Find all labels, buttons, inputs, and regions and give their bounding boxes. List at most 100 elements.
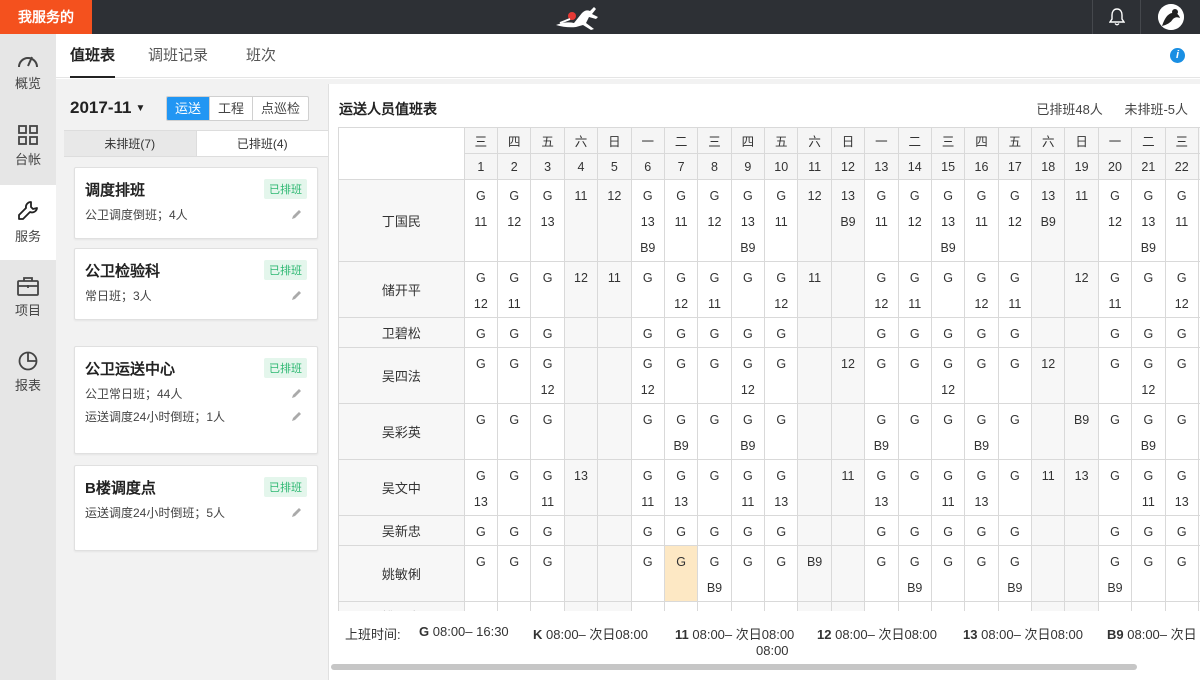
pencil-icon[interactable] [291,289,303,301]
shift-cell[interactable] [830,515,866,546]
shift-cell[interactable]: G [697,347,732,404]
shift-cell[interactable]: G 12 [663,261,699,318]
shift-cell[interactable]: G 11 [1097,261,1133,318]
shift-cell[interactable]: G [463,347,499,404]
shift-cell[interactable] [597,317,632,348]
date-header[interactable]: 11 [797,153,832,180]
shift-cell[interactable]: G 12 [864,261,899,318]
shift-cell[interactable] [597,545,632,602]
shift-cell[interactable]: G [930,317,966,348]
pencil-icon[interactable] [291,506,303,518]
shift-cell[interactable] [597,459,632,516]
shift-cell[interactable]: G [1131,261,1166,318]
pencil-icon[interactable] [291,387,303,399]
shift-cell[interactable]: G B9 [1097,545,1133,602]
shift-cell[interactable]: G [864,347,899,404]
shift-cell[interactable]: G [1097,403,1133,460]
shift-cell[interactable]: G B9 [663,403,699,460]
shift-cell[interactable]: G [1097,317,1133,348]
shift-cell[interactable]: G [697,459,732,516]
shift-cell[interactable] [797,403,832,460]
shift-cell[interactable]: G [997,515,1033,546]
tab-schedule[interactable]: 值班表 [70,34,116,78]
shift-cell[interactable]: G [897,601,932,611]
shift-cell[interactable] [797,347,832,404]
shift-cell[interactable]: G [897,403,932,460]
shift-cell[interactable] [1031,601,1066,611]
date-header[interactable]: 12 [830,153,866,180]
shift-cell[interactable]: G 12 [764,261,799,318]
shift-cell[interactable]: G 12 [1164,261,1199,318]
tab-shift-change-log[interactable]: 调班记录 [148,34,208,78]
shift-cell[interactable]: G [697,317,732,348]
shift-cell[interactable]: 12 [563,261,599,318]
shift-cell[interactable]: G 13 [864,459,899,516]
shift-cell[interactable]: G 11 [630,459,665,516]
shift-cell[interactable]: G [630,403,665,460]
shift-cell[interactable] [797,601,832,611]
shift-cell[interactable]: G [663,347,699,404]
shift-cell[interactable]: G 13 [463,459,499,516]
shift-cell[interactable]: G [930,515,966,546]
shift-cell[interactable]: G B9 [964,403,999,460]
date-header[interactable]: 22 [1164,153,1199,180]
sidebar-item-overview[interactable]: 概览 [0,34,56,109]
shift-cell[interactable] [830,601,866,611]
shift-cell[interactable]: 12 [1064,261,1099,318]
date-header[interactable]: 16 [964,153,999,180]
shift-cell[interactable]: G 11 [930,459,966,516]
date-header[interactable]: 5 [597,153,632,180]
shift-cell[interactable]: G [730,545,766,602]
shift-cell[interactable]: G 13 [663,459,699,516]
pencil-icon[interactable] [291,208,303,220]
shift-cell[interactable]: G [630,601,665,611]
shift-cell[interactable]: 11 [797,261,832,318]
shift-cell[interactable] [1064,317,1099,348]
shift-cell[interactable]: G B9 [864,403,899,460]
date-header[interactable]: 4 [563,153,599,180]
shift-cell[interactable]: G 11 [864,179,899,262]
shift-cell[interactable]: G [663,515,699,546]
shift-cell[interactable]: G [463,601,499,611]
shift-cell[interactable] [597,403,632,460]
shift-cell[interactable]: G [697,403,732,460]
user-menu[interactable] [1140,0,1200,34]
shift-cell[interactable]: G [530,403,565,460]
category-inspection-button[interactable]: 点巡检 [252,97,308,120]
shift-cell[interactable]: 11 [1064,179,1099,262]
shift-cell[interactable]: G 11 [897,261,932,318]
date-header[interactable]: 8 [697,153,732,180]
shift-cell[interactable]: G [697,601,732,611]
shift-cell[interactable]: G 13 [1164,459,1199,516]
shift-cell[interactable]: G 13 B9 [630,179,665,262]
shift-cell[interactable]: G 11 [663,179,699,262]
shift-cell[interactable]: 13 B9 [1031,179,1066,262]
shift-cell[interactable]: G B9 [1131,403,1166,460]
shift-cell[interactable]: G 12 [497,179,532,262]
shift-cell[interactable]: G [1164,317,1199,348]
shift-cell[interactable]: G 12 [630,347,665,404]
shift-cell[interactable]: 11 [597,261,632,318]
shift-cell[interactable]: 12 [597,179,632,262]
shift-cell[interactable]: G 12 [697,179,732,262]
shift-cell[interactable]: G [864,515,899,546]
sidebar-item-reports[interactable]: 报表 [0,335,56,410]
shift-cell[interactable]: G [1097,601,1133,611]
shift-cell[interactable]: G [630,515,665,546]
shift-cell[interactable]: G [1164,545,1199,602]
shift-cell[interactable]: G [630,317,665,348]
date-header[interactable]: 10 [764,153,799,180]
shift-cell[interactable]: G [497,515,532,546]
shift-cell[interactable]: G [1164,403,1199,460]
date-header[interactable]: 15 [930,153,966,180]
shift-cell[interactable]: G B9 [897,545,932,602]
shift-cell[interactable]: G [497,403,532,460]
shift-cell[interactable]: G [964,515,999,546]
horizontal-scrollbar[interactable] [331,664,1137,670]
shift-cell[interactable]: G B9 [697,545,732,602]
category-engineering-button[interactable]: 工程 [209,97,252,120]
shift-cell[interactable]: G 11 [964,179,999,262]
shift-cell[interactable]: G [663,317,699,348]
date-header[interactable]: 19 [1064,153,1099,180]
shift-cell[interactable]: G [663,545,699,602]
